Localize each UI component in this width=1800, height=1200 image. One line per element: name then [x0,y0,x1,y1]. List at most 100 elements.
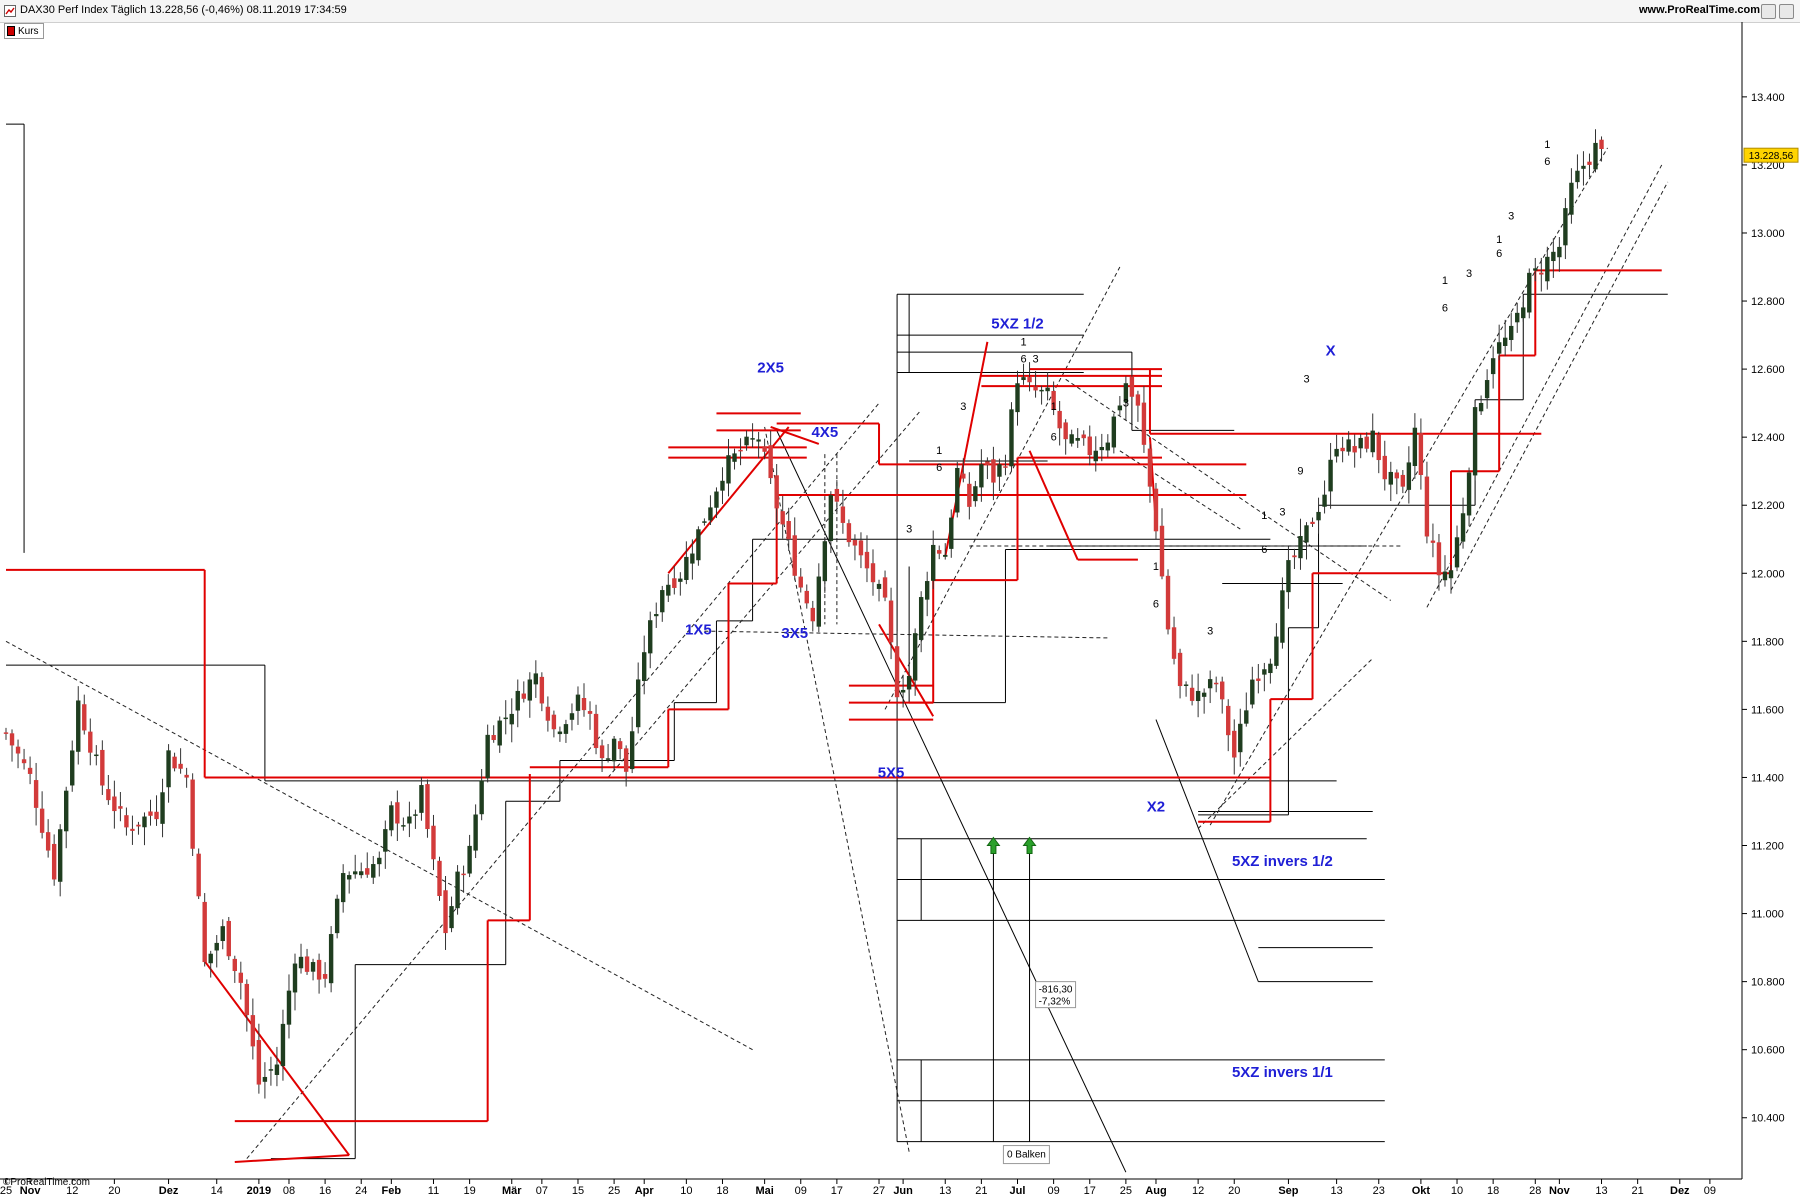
candle-down [1081,434,1086,439]
time-tick-label: 21 [1632,1185,1644,1197]
candle-down [118,806,123,809]
candle-down [1165,575,1171,630]
candle-up [527,679,533,701]
green-arrow-icon [1022,836,1037,855]
candle-up [1593,142,1598,170]
candle-up [1015,383,1020,413]
count-label: 6 [1496,248,1502,260]
candle-down [51,843,57,880]
candle-down [888,600,894,643]
count-label: 3 [1123,398,1129,410]
candle-down [967,483,972,507]
candle-down [184,774,189,778]
time-tick-label: 07 [536,1185,548,1197]
candle-down [798,576,803,588]
time-tick-label: 17 [831,1185,843,1197]
candle-down [100,749,105,786]
price-tick-label: 10.400 [1751,1113,1785,1125]
candle-down [1424,476,1430,537]
price-tick-label: 10.600 [1751,1045,1785,1057]
candle-up [1328,459,1333,492]
candle-up [1521,307,1526,319]
candle-down [1057,410,1062,429]
candle-down [322,974,328,979]
candle-down [88,731,93,753]
candle-down [1587,161,1592,165]
candle-up [1075,438,1080,441]
candle-up [906,675,912,690]
count-label: 6 [936,462,942,474]
candle-up [76,700,81,752]
time-tick-label: 15 [572,1185,584,1197]
candle-up [1316,511,1321,521]
candle-down [256,1040,262,1085]
wave-annotation: X2 [1147,798,1165,815]
candle-down [858,540,864,556]
candle-down [45,832,51,851]
candle-down [985,461,990,466]
candle-up [1262,669,1267,675]
minimize-button[interactable] [1761,4,1776,19]
dashed-trend-line [607,409,922,778]
close-button[interactable] [1779,4,1794,19]
candle-down [15,746,21,754]
count-label: 1 [1261,510,1267,522]
candle-down [1213,682,1219,685]
candle-up [1268,663,1273,674]
time-tick-label: Dez [159,1185,179,1197]
price-chart[interactable]: 13.40013.20013.00012.80012.60012.40012.2… [0,22,1800,1200]
candle-up [1105,442,1111,451]
candle-down [172,756,177,769]
candle-up [708,507,713,521]
candle-up [1509,325,1514,341]
wave-annotation: 4X5 [811,424,838,441]
candle-up [160,792,165,824]
time-tick-label: 20 [108,1185,120,1197]
candle-up [1527,272,1532,313]
candle-down [672,578,677,588]
candle-down [1226,705,1231,736]
price-tick-label: 11.600 [1751,704,1784,716]
candle-up [1045,387,1050,392]
candle-down [1364,436,1369,449]
wave-annotation: X [1326,342,1336,359]
candle-down [1159,525,1165,577]
time-tick-label: 2019 [247,1185,271,1197]
candle-down [1430,540,1436,543]
candle-down [1033,386,1038,391]
candle-up [220,926,225,942]
time-tick-label: 25 [608,1185,620,1197]
time-tick-label: Jun [893,1185,913,1197]
candle-down [840,506,846,523]
labels-layer: 13.228,56 2X5 4X5 1X5 3X5 5X5 5XZ 1/2 X X2 5XZ in… [685,139,1799,1165]
candle-up [918,597,924,640]
dashed-trend-line [1065,378,1392,601]
candle-up [575,694,581,711]
price-tick-label: 11.800 [1751,636,1784,648]
candle-down [9,733,15,746]
candle-up [1551,251,1556,262]
time-tick-label: 25 [1120,1185,1132,1197]
candle-up [479,780,484,815]
wave-annotation: 5X5 [878,764,905,781]
candle-down [491,735,496,741]
candle-down [1135,394,1141,406]
candle-up [726,455,731,484]
candle-up [280,1023,286,1066]
candle-down [395,802,400,824]
candle-down [1189,687,1195,701]
candle-up [268,1069,274,1071]
candle-down [33,780,39,808]
count-label: 9 [1297,466,1303,478]
candle-up [1346,439,1351,452]
candle-up [1484,380,1490,399]
candle-down [768,445,773,479]
price-tick-label: 12.000 [1751,568,1785,580]
time-tick-label: Okt [1412,1185,1431,1197]
candle-down [581,697,587,711]
count-label: 1 [1051,401,1057,413]
candle-up [413,814,418,816]
candle-down [1129,376,1135,397]
candle-down [617,741,623,750]
candle-up [455,871,460,909]
